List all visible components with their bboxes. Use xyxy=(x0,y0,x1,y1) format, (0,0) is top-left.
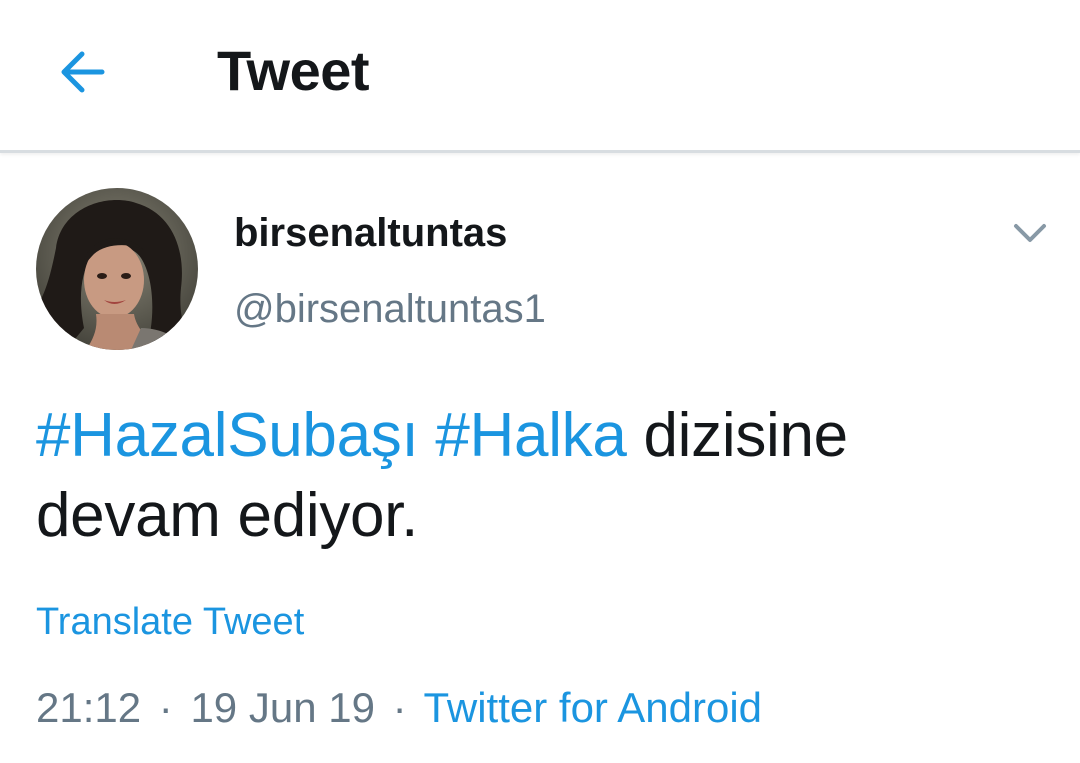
chevron-down-icon xyxy=(1014,224,1046,242)
hashtag-link[interactable]: #HazalSubaşı xyxy=(36,401,419,470)
tweet-text-segment: dizisine xyxy=(643,401,849,470)
profile-photo xyxy=(36,188,198,350)
tweet-text-segment: devam ediyor. xyxy=(36,481,419,550)
author-handle[interactable]: @birsenaltuntas1 xyxy=(234,284,546,334)
avatar[interactable] xyxy=(36,188,198,350)
top-app-bar: Tweet xyxy=(0,0,1080,153)
author-display-name[interactable]: birsenaltuntas xyxy=(234,208,507,258)
tweet-text: #HazalSubaşı #Halka dizisine devam ediyo… xyxy=(36,396,1046,556)
tweet-time: 21:12 xyxy=(36,684,142,731)
hashtag-link[interactable]: #Halka xyxy=(435,401,627,470)
arrow-left-icon xyxy=(61,51,105,93)
meta-separator: · xyxy=(158,684,173,731)
meta-separator: · xyxy=(392,684,407,731)
tweet-menu-button[interactable] xyxy=(1008,216,1052,250)
translate-tweet-link[interactable]: Translate Tweet xyxy=(36,598,304,646)
tweet-meta: 21:12 · 19 Jun 19 · Twitter for Android xyxy=(36,682,762,734)
back-button[interactable] xyxy=(52,42,116,102)
page-title: Tweet xyxy=(217,39,370,102)
tweet-source-link[interactable]: Twitter for Android xyxy=(424,684,762,731)
tweet-date: 19 Jun 19 xyxy=(190,684,375,731)
